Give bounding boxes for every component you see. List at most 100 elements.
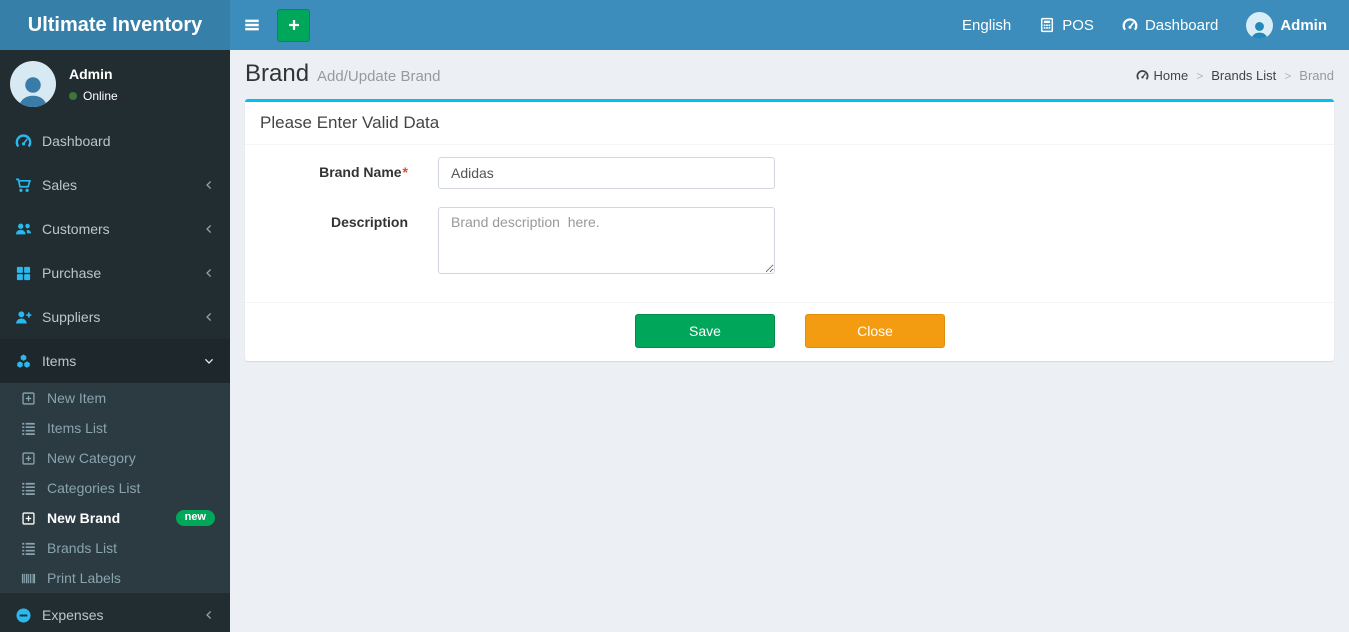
nav-pos[interactable]: POS	[1025, 0, 1108, 50]
nav-language[interactable]: English	[948, 0, 1025, 50]
close-button[interactable]: Close	[805, 314, 945, 348]
submenu-item-brands-list[interactable]: Brands List	[0, 533, 230, 563]
nav-user-label: Admin	[1280, 16, 1327, 34]
users-icon	[15, 221, 32, 238]
breadcrumb-home[interactable]: Home	[1136, 68, 1188, 83]
list-icon	[21, 421, 36, 436]
grid-icon	[15, 265, 32, 282]
nav-dashboard[interactable]: Dashboard	[1108, 0, 1232, 50]
person-icon	[13, 72, 53, 107]
brand-name-row: Brand Name*	[245, 157, 1334, 189]
description-textarea[interactable]	[438, 207, 775, 274]
chevron-left-icon	[203, 223, 215, 235]
required-asterisk: *	[402, 164, 408, 180]
breadcrumb: Home > Brands List > Brand	[1136, 68, 1334, 83]
nav-dashboard-label: Dashboard	[1144, 16, 1219, 34]
new-badge: new	[175, 510, 215, 526]
sidebar-item-dashboard[interactable]: Dashboard	[0, 119, 230, 163]
tachometer-icon	[15, 133, 32, 150]
quick-add-button[interactable]	[277, 8, 310, 42]
chevron-left-icon	[203, 609, 215, 621]
user-avatar-small	[1246, 11, 1274, 39]
sidebar: Admin Online Dashboard Sales Customers P…	[0, 50, 230, 632]
nav-pos-label: POS	[1062, 16, 1094, 34]
navbar-main: English POS Dashboard Admin	[230, 0, 1349, 50]
list-icon	[21, 481, 36, 496]
content-header: Brand Add/Update Brand Home > Brands List…	[230, 50, 1349, 99]
submenu-item-label: New Category	[47, 450, 136, 466]
cubes-icon	[15, 353, 32, 370]
breadcrumb-separator: >	[1196, 68, 1204, 83]
calculator-icon	[1039, 17, 1055, 33]
breadcrumb-brands-list[interactable]: Brands List	[1211, 68, 1276, 83]
items-submenu: New Item Items List New Category Categor…	[0, 383, 230, 593]
barcode-icon	[21, 571, 36, 586]
description-row: Description	[245, 207, 1334, 274]
person-icon	[1248, 19, 1271, 39]
submenu-item-print-labels[interactable]: Print Labels	[0, 563, 230, 593]
online-dot-icon	[69, 91, 77, 100]
submenu-item-items-list[interactable]: Items List	[0, 413, 230, 443]
hamburger-icon	[243, 16, 261, 34]
brand-name-input[interactable]	[438, 157, 775, 189]
submenu-item-new-brand[interactable]: New Brand new	[0, 503, 230, 533]
submenu-item-new-item[interactable]: New Item	[0, 383, 230, 413]
user-plus-icon	[15, 309, 32, 326]
plus-square-icon	[21, 451, 36, 466]
nav-user-menu[interactable]: Admin	[1232, 0, 1341, 50]
sidebar-item-label: Sales	[42, 177, 78, 193]
app-logo[interactable]: Ultimate Inventory	[0, 0, 230, 50]
chevron-left-icon	[203, 179, 215, 191]
sidebar-item-expenses[interactable]: Expenses	[0, 593, 230, 632]
top-navbar: Ultimate Inventory English POS Dashboard	[0, 0, 1349, 50]
chevron-left-icon	[203, 311, 215, 323]
submenu-item-categories-list[interactable]: Categories List	[0, 473, 230, 503]
list-icon	[21, 541, 36, 556]
page-subtitle: Add/Update Brand	[317, 68, 441, 85]
sidebar-item-label: Dashboard	[42, 133, 111, 149]
user-status[interactable]: Online	[69, 89, 118, 103]
submenu-item-new-category[interactable]: New Category	[0, 443, 230, 473]
app-title: Ultimate Inventory	[27, 13, 203, 36]
sidebar-item-label: Items	[42, 353, 77, 369]
sidebar-item-suppliers[interactable]: Suppliers	[0, 295, 230, 339]
plus-icon	[287, 18, 301, 32]
user-name: Admin	[69, 65, 113, 82]
page-title: Brand Add/Update Brand	[245, 62, 440, 89]
panel-body: Brand Name* Description	[245, 157, 1334, 302]
panel-footer: Save Close	[245, 302, 1334, 361]
save-button[interactable]: Save	[635, 314, 775, 348]
brand-name-label: Brand Name*	[319, 164, 408, 180]
sidebar-user-panel: Admin Online	[0, 50, 230, 119]
description-label: Description	[330, 214, 408, 230]
sidebar-item-label: Suppliers	[42, 309, 101, 325]
submenu-item-label: Brands List	[47, 540, 118, 556]
plus-square-icon	[21, 511, 36, 526]
breadcrumb-current: Brand	[1299, 68, 1334, 83]
plus-square-icon	[21, 391, 36, 406]
main-content: Brand Add/Update Brand Home > Brands List…	[230, 0, 1349, 361]
submenu-item-label: Categories List	[47, 480, 141, 496]
submenu-item-label: Print Labels	[47, 570, 121, 586]
shopping-cart-icon	[15, 177, 32, 194]
user-avatar	[10, 61, 56, 107]
nav-language-label: English	[962, 16, 1012, 34]
minus-circle-icon	[15, 607, 32, 624]
sidebar-item-customers[interactable]: Customers	[0, 207, 230, 251]
chevron-left-icon	[203, 267, 215, 279]
dashboard-icon	[1122, 17, 1138, 33]
breadcrumb-separator: >	[1284, 68, 1292, 83]
sidebar-item-sales[interactable]: Sales	[0, 163, 230, 207]
user-status-label: Online	[83, 88, 118, 103]
submenu-item-label: New Item	[47, 390, 107, 406]
sidebar-item-label: Purchase	[42, 265, 102, 281]
sidebar-item-purchase[interactable]: Purchase	[0, 251, 230, 295]
submenu-item-label: New Brand	[47, 510, 121, 526]
sidebar-toggle-button[interactable]	[230, 0, 274, 50]
sidebar-item-items[interactable]: Items	[0, 339, 230, 383]
dashboard-icon	[1136, 69, 1149, 82]
chevron-down-icon	[203, 355, 215, 367]
sidebar-menu: Dashboard Sales Customers Purchase Suppl…	[0, 119, 230, 632]
sidebar-item-label: Expenses	[42, 607, 104, 623]
navbar-right-menu: English POS Dashboard Admin	[948, 0, 1349, 50]
